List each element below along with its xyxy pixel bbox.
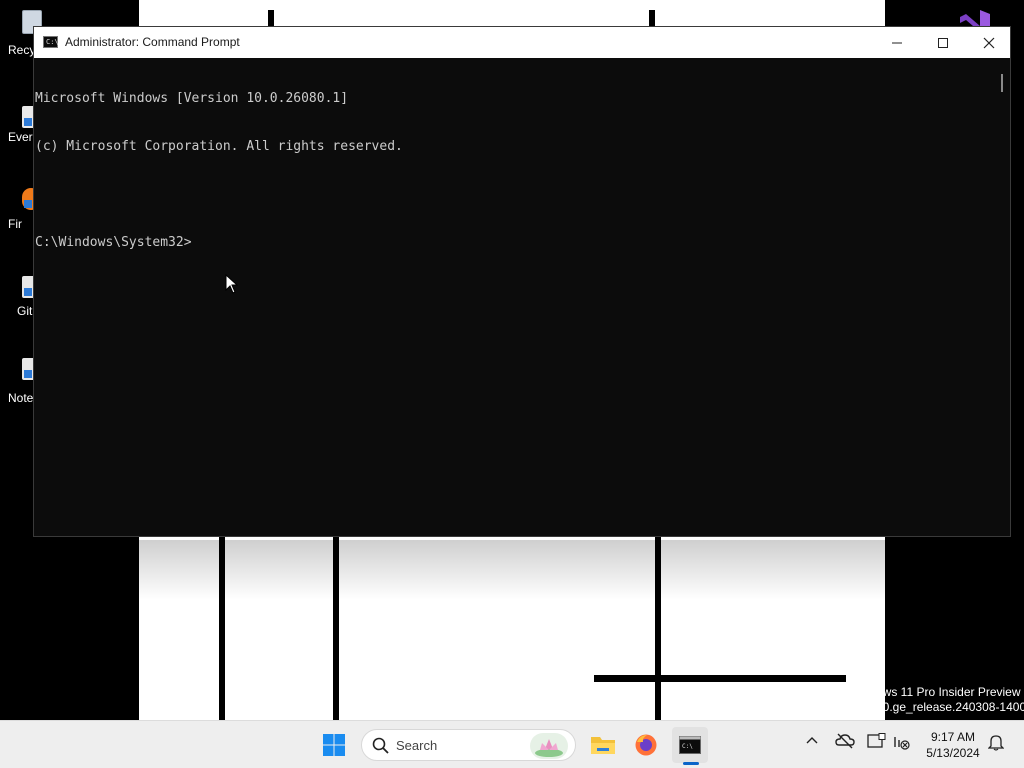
chevron-up-icon: [806, 737, 818, 744]
running-indicator: [683, 762, 699, 765]
console-output[interactable]: Microsoft Windows [Version 10.0.26080.1]…: [34, 58, 994, 536]
network-icon: [894, 737, 910, 750]
onedrive-tray-button[interactable]: [835, 733, 855, 749]
maximize-icon: [938, 37, 948, 48]
console-line: (c) Microsoft Corporation. All rights re…: [35, 139, 403, 154]
clock-date: 5/13/2024: [926, 746, 980, 760]
window-title: Administrator: Command Prompt: [65, 35, 240, 49]
terminal-icon: C:\: [679, 736, 701, 754]
onedrive-icon: [835, 733, 855, 749]
taskbar-clock[interactable]: 9:17 AM 5/13/2024: [920, 729, 986, 761]
console-prompt: C:\Windows\System32>: [35, 235, 192, 250]
start-button[interactable]: [316, 727, 352, 763]
network-tray-button[interactable]: [893, 733, 911, 751]
command-prompt-window[interactable]: C:\ Administrator: Command Prompt Micros…: [33, 26, 1011, 537]
maximize-button[interactable]: [920, 27, 966, 58]
file-explorer-icon: [591, 737, 615, 754]
search-icon: [372, 737, 389, 754]
watermark-build: 30.ge_release.240308-1400: [880, 700, 1024, 714]
taskbar-search-box[interactable]: Search: [361, 729, 576, 761]
taskbar-command-prompt[interactable]: C:\: [672, 727, 708, 763]
clock-time: 9:17 AM: [930, 730, 976, 744]
mouse-pointer-icon: [225, 273, 239, 299]
scrollbar-thumb[interactable]: [1001, 74, 1003, 92]
show-hidden-icons-button[interactable]: [804, 733, 820, 749]
display-icon: [867, 733, 886, 748]
vertical-scrollbar[interactable]: [994, 58, 1010, 536]
cmd-icon: C:\: [43, 36, 59, 48]
taskbar-file-explorer[interactable]: [585, 727, 621, 763]
notifications-button[interactable]: [988, 733, 1004, 751]
search-highlight-art: [530, 733, 568, 759]
close-button[interactable]: [966, 27, 1012, 58]
taskbar: Search C:\ 9:17 AM 5/13/2024: [0, 720, 1024, 768]
start-icon: [323, 734, 345, 756]
svg-text:C:\: C:\: [682, 743, 693, 750]
windows-watermark: ows 11 Pro Insider Preview 30.ge_release…: [880, 685, 1024, 715]
window-titlebar[interactable]: C:\ Administrator: Command Prompt: [34, 27, 1010, 58]
minimize-button[interactable]: [874, 27, 920, 58]
minimize-icon: [892, 42, 902, 43]
search-label: Search: [396, 738, 438, 753]
console-line: Microsoft Windows [Version 10.0.26080.1]: [35, 91, 349, 106]
watermark-edition: ows 11 Pro Insider Preview: [880, 685, 1021, 699]
taskbar-firefox[interactable]: [628, 727, 664, 763]
display-tray-button[interactable]: [867, 733, 887, 751]
close-icon: [983, 37, 995, 48]
notification-bell-icon: [988, 735, 1004, 751]
firefox-icon: [635, 734, 657, 756]
